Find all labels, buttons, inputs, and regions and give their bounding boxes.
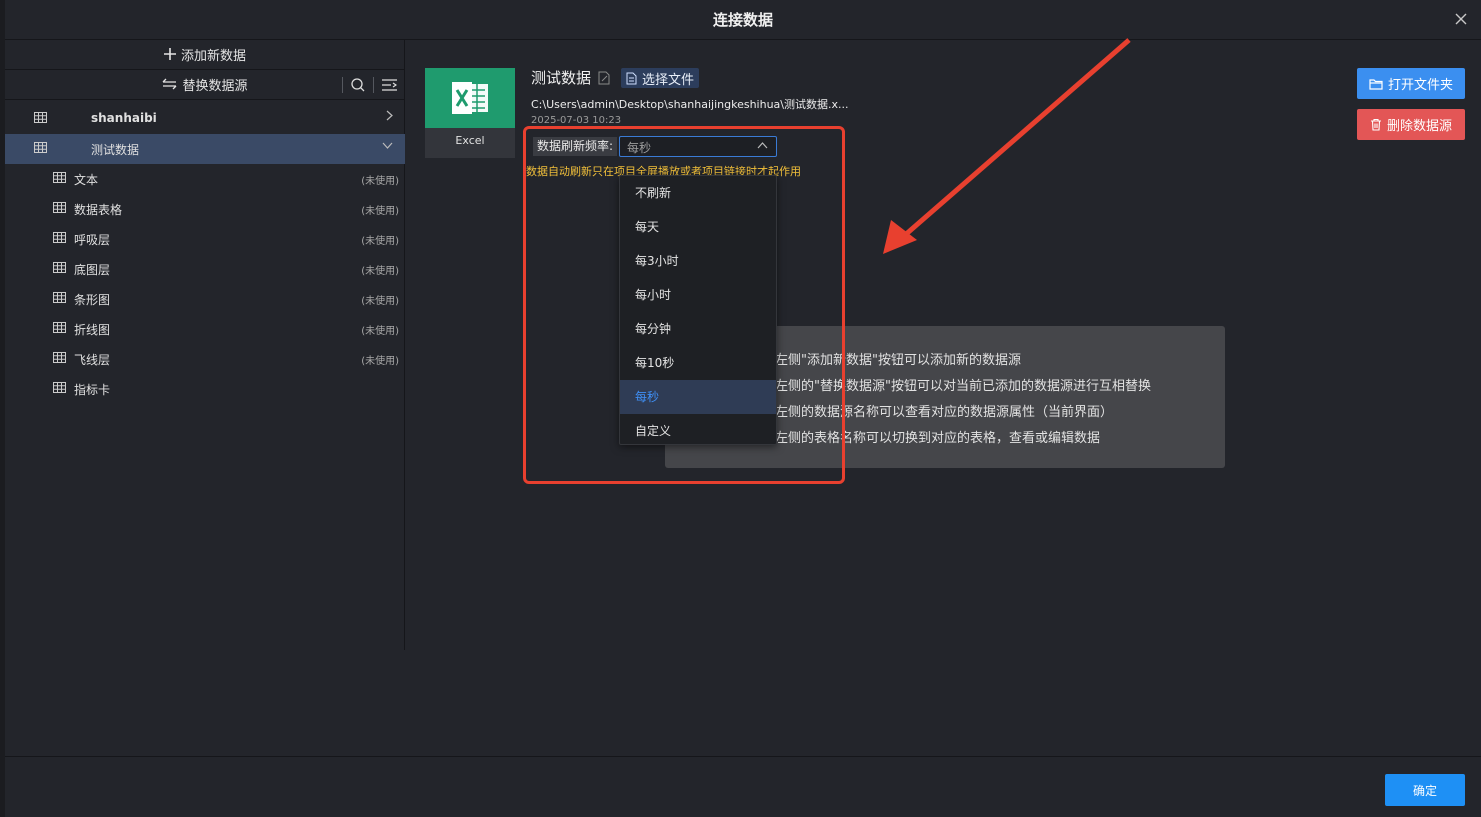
unused-tag: (未使用)	[361, 206, 399, 217]
table-item-label: 数据表格	[74, 203, 123, 217]
delete-datasource-label: 删除数据源	[1386, 119, 1452, 134]
unused-tag: (未使用)	[361, 356, 399, 367]
table-item-label: 指标卡	[74, 383, 111, 397]
connect-data-dialog: 连接数据 添加新数据 替换数据源 shanhaibi 测试数据 文本 (未使用)…	[5, 0, 1481, 817]
confirm-button[interactable]: 确定	[1385, 774, 1465, 806]
table-item-line-chart[interactable]: 折线图 (未使用)	[5, 314, 405, 344]
annotation-arrow	[883, 38, 1131, 254]
table-icon	[53, 262, 66, 273]
table-item-base-layer[interactable]: 底图层 (未使用)	[5, 254, 405, 284]
divider	[373, 77, 374, 93]
help-line: 左侧"添加新数据"按钮可以添加新的数据源	[775, 353, 1021, 368]
footer-divider	[5, 756, 1481, 757]
option-every-3-hours[interactable]: 每3小时	[620, 244, 776, 278]
unused-tag: (未使用)	[361, 176, 399, 187]
sort-button[interactable]	[380, 76, 398, 94]
refresh-frequency-label: 数据刷新频率:	[533, 137, 618, 156]
table-icon	[53, 322, 66, 333]
titlebar: 连接数据	[5, 0, 1481, 40]
search-icon	[351, 78, 365, 92]
table-item-breathing-layer[interactable]: 呼吸层 (未使用)	[5, 224, 405, 254]
swap-icon	[162, 76, 177, 94]
dialog-title: 连接数据	[712, 11, 773, 29]
option-custom[interactable]: 自定义	[620, 414, 776, 448]
table-item-label: 文本	[74, 173, 99, 187]
search-button[interactable]	[349, 76, 367, 94]
table-icon	[53, 382, 66, 393]
sort-list-icon	[381, 79, 397, 91]
unused-tag: (未使用)	[361, 296, 399, 307]
datasource-type-label: Excel	[455, 134, 485, 147]
plus-icon	[163, 46, 176, 64]
sidebar-tools	[336, 76, 398, 94]
unused-tag: (未使用)	[361, 236, 399, 247]
excel-icon	[452, 82, 488, 114]
help-line: 左侧的"替换数据源"按钮可以对当前已添加的数据源进行互相替换	[775, 379, 1151, 394]
select-file-button[interactable]: 选择文件	[621, 68, 700, 88]
close-icon	[1455, 13, 1467, 25]
datasource-timestamp: 2025-07-03 10:23	[531, 115, 622, 126]
delete-datasource-button[interactable]: 删除数据源	[1357, 109, 1465, 140]
table-icon	[53, 352, 66, 363]
chevron-up-icon	[757, 142, 768, 149]
table-icon	[34, 142, 47, 153]
open-folder-label: 打开文件夹	[1387, 78, 1453, 93]
table-item-indicator-card[interactable]: 指标卡	[5, 374, 405, 404]
table-item-bar-chart[interactable]: 条形图 (未使用)	[5, 284, 405, 314]
refresh-frequency-value: 每秒	[627, 141, 652, 155]
select-file-label: 选择文件	[642, 72, 695, 88]
table-icon	[53, 232, 66, 243]
chevron-down-icon	[382, 140, 393, 154]
open-folder-button[interactable]: 打开文件夹	[1357, 68, 1465, 99]
datasource-path: C:\Users\admin\Desktop\shanhaijingkeshih…	[531, 98, 849, 111]
group-label: shanhaibi	[91, 111, 157, 125]
refresh-frequency-dropdown: 不刷新 每天 每3小时 每小时 每分钟 每10秒 每秒 自定义	[619, 175, 777, 445]
table-item-label: 折线图	[74, 323, 111, 337]
option-every-second[interactable]: 每秒	[620, 380, 776, 414]
datasource-group-shanhaibi[interactable]: shanhaibi	[5, 104, 405, 134]
table-item-text[interactable]: 文本 (未使用)	[5, 164, 405, 194]
help-line: 左侧的表格名称可以切换到对应的表格，查看或编辑数据	[775, 431, 1101, 446]
table-icon	[53, 202, 66, 213]
table-item-flyline-layer[interactable]: 飞线层 (未使用)	[5, 344, 405, 374]
option-daily[interactable]: 每天	[620, 210, 776, 244]
excel-logo	[425, 68, 515, 128]
datasource-group-test-data[interactable]: 测试数据	[5, 134, 405, 164]
table-item-data-table[interactable]: 数据表格 (未使用)	[5, 194, 405, 224]
edit-icon	[598, 71, 610, 85]
option-every-10-seconds[interactable]: 每10秒	[620, 346, 776, 380]
divider	[342, 77, 343, 93]
file-icon	[626, 72, 637, 84]
option-no-refresh[interactable]: 不刷新	[620, 176, 776, 210]
group-label: 测试数据	[91, 143, 140, 157]
table-item-label: 底图层	[74, 263, 111, 277]
unused-tag: (未使用)	[361, 266, 399, 277]
folder-icon	[1369, 78, 1383, 90]
table-item-label: 条形图	[74, 293, 111, 307]
table-icon	[53, 172, 66, 183]
sidebar: 添加新数据 替换数据源 shanhaibi 测试数据 文本 (未使用) 数据表格…	[5, 40, 405, 650]
datasource-tree: shanhaibi 测试数据 文本 (未使用) 数据表格 (未使用) 呼吸层 (…	[5, 104, 405, 404]
chevron-right-icon	[386, 110, 393, 124]
table-item-label: 呼吸层	[74, 233, 111, 247]
table-item-label: 飞线层	[74, 353, 111, 367]
excel-tile: Excel	[425, 68, 515, 158]
replace-datasource-label: 替换数据源	[182, 79, 248, 94]
table-icon	[53, 292, 66, 303]
close-button[interactable]	[1451, 10, 1471, 30]
add-new-data-label: 添加新数据	[180, 49, 246, 64]
option-every-minute[interactable]: 每分钟	[620, 312, 776, 346]
unused-tag: (未使用)	[361, 326, 399, 337]
refresh-frequency-select[interactable]: 每秒	[619, 136, 777, 157]
option-hourly[interactable]: 每小时	[620, 278, 776, 312]
table-icon	[34, 112, 47, 123]
help-line: 左侧的数据源名称可以查看对应的数据源属性（当前界面）	[775, 405, 1114, 420]
add-new-data-button[interactable]: 添加新数据	[5, 40, 405, 70]
trash-icon	[1370, 118, 1381, 131]
edit-name-button[interactable]	[598, 70, 610, 89]
datasource-name: 测试数据	[531, 69, 592, 87]
